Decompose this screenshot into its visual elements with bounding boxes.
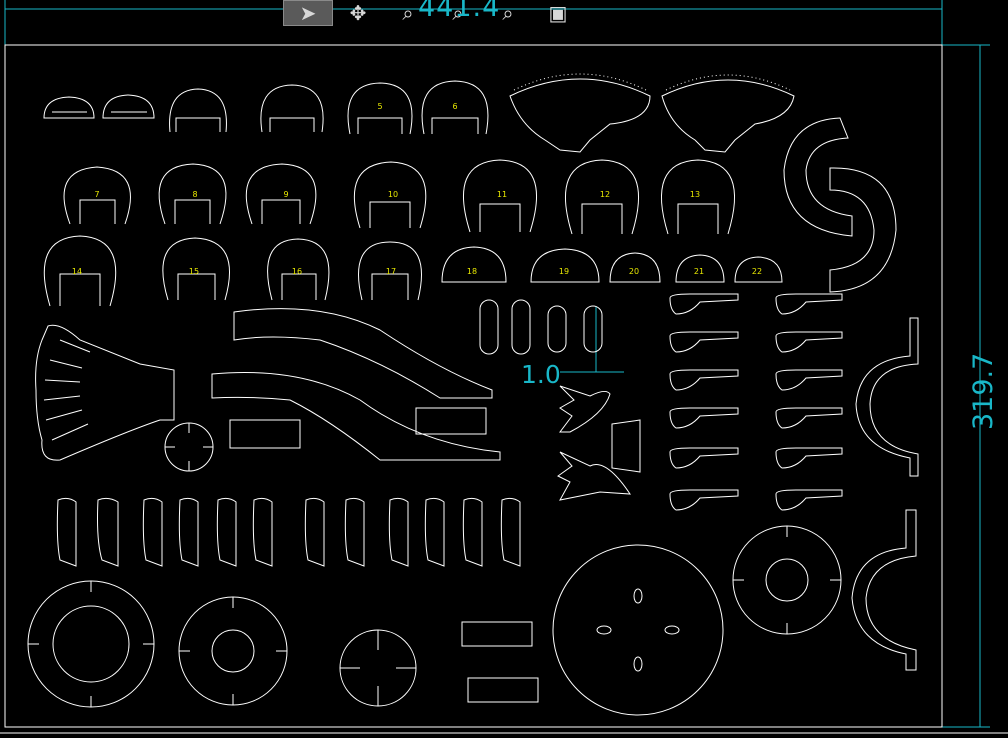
large-ring-disc[interactable] bbox=[27, 580, 155, 708]
small-hook-row[interactable] bbox=[56, 497, 521, 567]
eagle-head-part-2[interactable] bbox=[557, 451, 631, 501]
layer-icon[interactable]: ▣ bbox=[533, 0, 583, 26]
ring-part-9[interactable] bbox=[245, 163, 317, 225]
curved-arm-part-2[interactable] bbox=[211, 372, 501, 461]
part-number: 22 bbox=[752, 267, 762, 276]
comb-base-part-2[interactable] bbox=[661, 74, 795, 153]
select-arrow-icon[interactable]: ➤ bbox=[283, 0, 333, 26]
part-number: 11 bbox=[497, 190, 507, 199]
cad-drawing-canvas[interactable]: 5 6 7 8 9 10 11 12 13 14 15 16 17 18 19 … bbox=[0, 0, 1008, 738]
part-number: 5 bbox=[377, 102, 382, 111]
sheet-border bbox=[4, 44, 943, 728]
ring-part-19[interactable] bbox=[530, 248, 600, 283]
eagle-head-part-1[interactable] bbox=[559, 385, 611, 433]
large-base-disc[interactable] bbox=[552, 544, 724, 716]
part-number: 14 bbox=[72, 267, 82, 276]
ring-part-18[interactable] bbox=[441, 246, 507, 283]
pan-move-icon[interactable]: ✥ bbox=[333, 0, 383, 26]
small-crosshair-disc[interactable] bbox=[164, 422, 214, 472]
part-number: 15 bbox=[189, 267, 199, 276]
bracket-part[interactable] bbox=[611, 419, 641, 473]
small-solid-disc[interactable] bbox=[339, 629, 417, 707]
part-number-labels: 5 6 7 8 9 10 11 12 13 14 15 16 17 18 19 … bbox=[72, 102, 762, 276]
small-plate-1[interactable] bbox=[229, 419, 301, 449]
ring-part-1[interactable] bbox=[43, 96, 95, 119]
small-plate-4[interactable] bbox=[467, 677, 539, 703]
small-plate-3[interactable] bbox=[461, 621, 533, 647]
ring-part-3[interactable] bbox=[169, 88, 227, 133]
dimension-height-label: 319.7 bbox=[968, 352, 999, 430]
half-arch-part-1[interactable] bbox=[855, 317, 919, 477]
part-number: 7 bbox=[94, 190, 99, 199]
part-number: 13 bbox=[690, 190, 700, 199]
comb-base-part-1[interactable] bbox=[509, 73, 651, 153]
medium-ring-disc[interactable] bbox=[178, 596, 288, 706]
part-number: 10 bbox=[388, 190, 398, 199]
part-number: 17 bbox=[386, 267, 396, 276]
right-ring-disc[interactable] bbox=[732, 525, 842, 635]
small-plate-2[interactable] bbox=[415, 407, 487, 435]
dimension-width-label: 441.4 bbox=[418, 0, 501, 23]
dimension-slot-label: 1.0 bbox=[521, 360, 561, 389]
part-number: 19 bbox=[559, 267, 569, 276]
part-number: 18 bbox=[467, 267, 477, 276]
part-number: 9 bbox=[283, 190, 288, 199]
hand-fan-part[interactable] bbox=[35, 324, 175, 461]
ring-part-2[interactable] bbox=[102, 94, 155, 119]
ring-part-4[interactable] bbox=[260, 84, 324, 133]
half-arch-part-2[interactable] bbox=[851, 509, 917, 671]
part-number: 21 bbox=[694, 267, 704, 276]
hook-parts-col1[interactable] bbox=[669, 293, 739, 511]
part-number: 12 bbox=[600, 190, 610, 199]
part-number: 8 bbox=[192, 190, 197, 199]
part-number: 6 bbox=[452, 102, 457, 111]
s-curve-part[interactable] bbox=[783, 117, 897, 293]
curved-arm-part-1[interactable] bbox=[233, 308, 493, 399]
part-number: 16 bbox=[292, 267, 302, 276]
hook-parts-col2[interactable] bbox=[775, 293, 843, 511]
slot-parts[interactable] bbox=[479, 299, 603, 355]
part-number: 20 bbox=[629, 267, 639, 276]
